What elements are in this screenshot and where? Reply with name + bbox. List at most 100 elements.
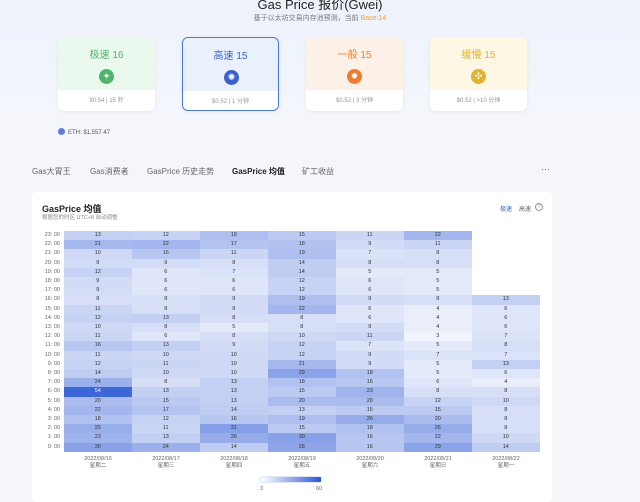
heatmap-cell[interactable]: 22	[404, 433, 472, 443]
question-icon[interactable]: ?	[535, 203, 543, 211]
heatmap-cell[interactable]: 16	[200, 415, 268, 425]
heatmap-cell[interactable]: 15	[132, 396, 200, 406]
heatmap-cell[interactable]: 15	[268, 387, 336, 397]
toggle-fast[interactable]: 极速	[500, 204, 512, 213]
tab-1[interactable]: Gas消费者	[90, 166, 129, 177]
tab-2[interactable]: GasPrice 历史走势	[147, 166, 214, 177]
heatmap-cell[interactable]: 8	[336, 258, 404, 268]
more-icon[interactable]: ···	[541, 164, 550, 174]
heatmap-cell[interactable]: 6	[132, 277, 200, 287]
heatmap-cell[interactable]: 20	[64, 396, 132, 406]
heatmap-cell[interactable]: 8	[404, 249, 472, 259]
speed-card-0[interactable]: 极速 16 ✦ $0.54 | 15 秒	[58, 37, 155, 111]
heatmap-cell[interactable]: 5	[200, 323, 268, 333]
heatmap-cell[interactable]: 23	[336, 387, 404, 397]
heatmap-cell[interactable]: 13	[268, 405, 336, 415]
heatmap-cell[interactable]: 8	[200, 258, 268, 268]
heatmap-cell[interactable]: 8	[472, 387, 540, 397]
heatmap-cell[interactable]: 6	[200, 277, 268, 287]
heatmap-cell[interactable]: 11	[132, 359, 200, 369]
heatmap-cell[interactable]: 30	[268, 433, 336, 443]
tab-0[interactable]: Gas大胃王	[32, 166, 71, 177]
heatmap-cell[interactable]: 18	[336, 369, 404, 379]
heatmap-cell[interactable]: 7	[336, 249, 404, 259]
heatmap-cell[interactable]: 13	[200, 396, 268, 406]
heatmap-cell[interactable]: 13	[132, 313, 200, 323]
heatmap-cell[interactable]: 16	[336, 378, 404, 388]
heatmap-cell[interactable]: 12	[132, 231, 200, 241]
heatmap-cell[interactable]: 25	[64, 424, 132, 434]
heatmap-cell[interactable]: 9	[336, 359, 404, 369]
heatmap-cell[interactable]: 8	[404, 295, 472, 305]
heatmap-cell[interactable]: 8	[268, 313, 336, 323]
heatmap-cell[interactable]: 8	[132, 304, 200, 314]
heatmap-cell[interactable]: 12	[64, 359, 132, 369]
heatmap-cell[interactable]: 14	[200, 405, 268, 415]
heatmap-cell[interactable]: 6	[336, 286, 404, 296]
heatmap-cell[interactable]: 10	[64, 323, 132, 333]
tab-4[interactable]: 矿工收益	[302, 166, 334, 177]
heatmap-cell[interactable]: 10	[200, 350, 268, 360]
heatmap-cell[interactable]: 22	[404, 231, 472, 241]
heatmap-cell[interactable]: 19	[268, 295, 336, 305]
heatmap-cell[interactable]: 8	[472, 424, 540, 434]
heatmap-cell[interactable]: 10	[132, 350, 200, 360]
heatmap-cell[interactable]: 22	[64, 405, 132, 415]
heatmap-cell[interactable]: 6	[472, 369, 540, 379]
heatmap-cell[interactable]: 8	[132, 378, 200, 388]
heatmap-cell[interactable]: 8	[472, 341, 540, 351]
heatmap-cell[interactable]: 15	[268, 424, 336, 434]
heatmap-cell[interactable]: 7	[404, 350, 472, 360]
heatmap-cell[interactable]: 26	[404, 424, 472, 434]
heatmap-cell[interactable]: 14	[64, 369, 132, 379]
heatmap-cell[interactable]: 7	[472, 332, 540, 342]
heatmap-cell[interactable]: 10	[200, 359, 268, 369]
heatmap-cell[interactable]: 5	[404, 369, 472, 379]
heatmap-cell[interactable]: 12	[268, 286, 336, 296]
heatmap-cell[interactable]: 6	[132, 267, 200, 277]
heatmap-cell[interactable]: 6	[404, 378, 472, 388]
heatmap-cell[interactable]: 24	[132, 442, 200, 452]
speed-card-2[interactable]: 一般 15 ✹ $0.52 | 3 分钟	[306, 37, 403, 111]
heatmap-cell[interactable]: 13	[200, 378, 268, 388]
heatmap-cell[interactable]: 16	[132, 249, 200, 259]
heatmap-cell[interactable]: 19	[200, 231, 268, 241]
heatmap-cell[interactable]: 20	[404, 415, 472, 425]
heatmap-cell[interactable]: 9	[336, 295, 404, 305]
heatmap-cell[interactable]: 11	[64, 332, 132, 342]
heatmap-cell[interactable]: 9	[132, 258, 200, 268]
heatmap-cell[interactable]: 13	[64, 231, 132, 241]
color-legend-bar[interactable]	[260, 476, 322, 483]
heatmap-cell[interactable]: 20	[336, 396, 404, 406]
heatmap-cell[interactable]: 11	[132, 424, 200, 434]
heatmap-cell[interactable]: 8	[404, 387, 472, 397]
heatmap-cell[interactable]: 8	[64, 295, 132, 305]
heatmap-cell[interactable]: 9	[200, 304, 268, 314]
heatmap-cell[interactable]: 4	[404, 313, 472, 323]
heatmap-cell[interactable]: 21	[268, 359, 336, 369]
heatmap-cell[interactable]: 15	[268, 231, 336, 241]
heatmap-cell[interactable]: 5	[404, 286, 472, 296]
heatmap-cell[interactable]: 13	[132, 433, 200, 443]
speed-card-1[interactable]: 高速 15 ✺ $0.52 | 1 分钟	[182, 37, 279, 111]
heatmap-cell[interactable]: 9	[64, 277, 132, 287]
heatmap-cell[interactable]: 8	[200, 332, 268, 342]
heatmap-cell[interactable]: 26	[336, 415, 404, 425]
heatmap-cell[interactable]: 7	[336, 341, 404, 351]
heatmap-cell[interactable]: 6	[472, 323, 540, 333]
tab-3[interactable]: GasPrice 均值	[232, 166, 285, 177]
heatmap-cell[interactable]: 6	[132, 332, 200, 342]
heatmap-cell[interactable]: 11	[336, 332, 404, 342]
heatmap-cell[interactable]: 19	[268, 415, 336, 425]
heatmap-cell[interactable]: 12	[404, 396, 472, 406]
heatmap-cell[interactable]: 5	[336, 267, 404, 277]
heatmap-cell[interactable]: 54	[64, 387, 132, 397]
heatmap-cell[interactable]: 6	[472, 313, 540, 323]
heatmap-cell[interactable]: 9	[200, 295, 268, 305]
heatmap-cell[interactable]: 9	[336, 240, 404, 250]
heatmap-cell[interactable]: 16	[336, 433, 404, 443]
heatmap-cell[interactable]: 28	[268, 442, 336, 452]
heatmap-cell[interactable]: 6	[132, 286, 200, 296]
heatmap-cell[interactable]: 4	[404, 304, 472, 314]
heatmap-cell[interactable]: 17	[200, 240, 268, 250]
